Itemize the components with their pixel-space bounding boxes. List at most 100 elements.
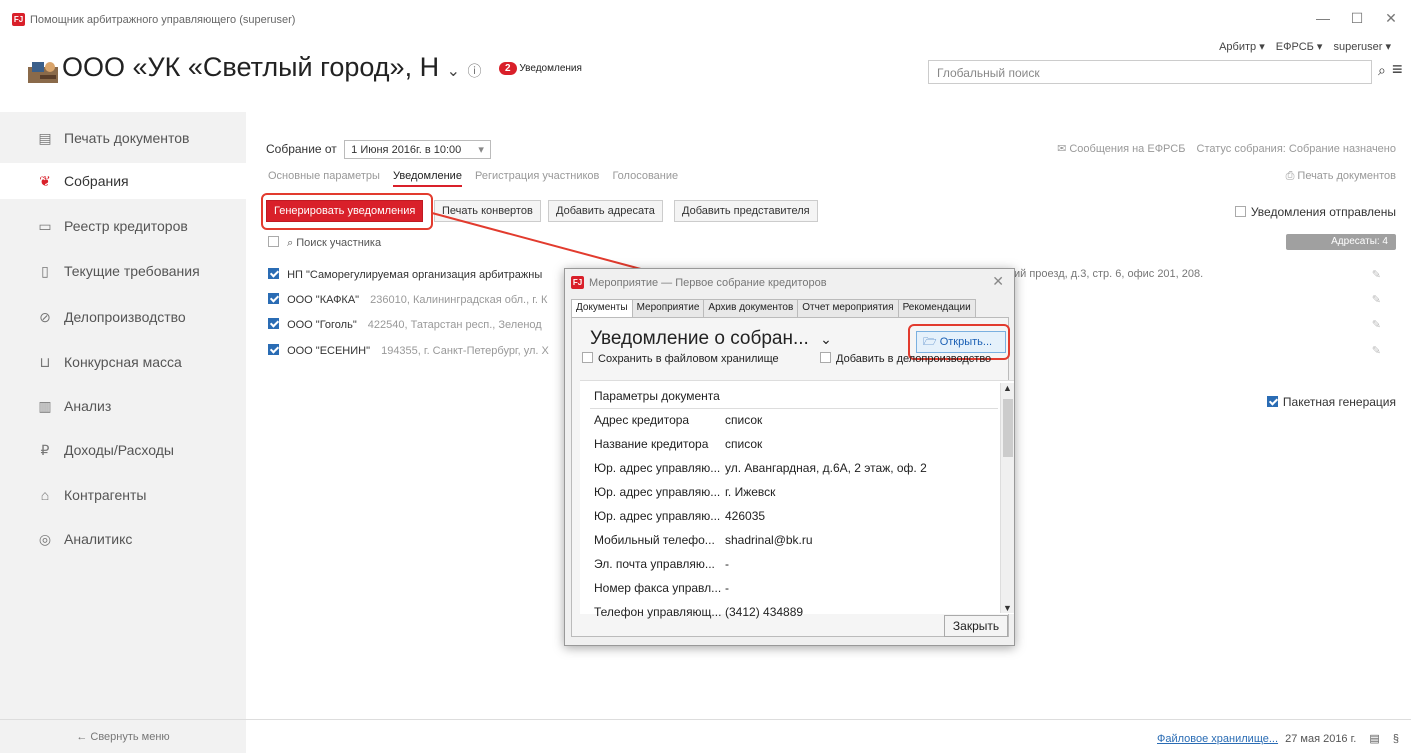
maximize-button[interactable]: ☐ — [1347, 10, 1367, 27]
efrsb-messages-link[interactable]: ✉ Сообщения на ЕФРСБ — [1057, 143, 1185, 155]
params-scrollbar[interactable]: ▲ ▼ — [1000, 383, 1014, 613]
param-value[interactable]: 426035 — [725, 509, 765, 523]
row-checkbox[interactable] — [268, 268, 279, 279]
hamburger-menu-icon[interactable]: ≡ — [1392, 59, 1403, 80]
row-checkbox[interactable] — [268, 344, 279, 355]
checkbox[interactable] — [582, 352, 593, 363]
document-select[interactable]: Уведомление о собран... ⌄ — [590, 328, 832, 350]
edit-pencil-icon[interactable]: ✎ — [1372, 318, 1381, 331]
sidebar-item-label: Аналитикс — [64, 531, 133, 547]
global-search-input[interactable]: Глобальный поиск — [928, 60, 1372, 84]
close-icon[interactable]: ✕ — [992, 273, 1004, 290]
param-value[interactable]: - — [725, 557, 729, 571]
param-label: Название кредитора — [594, 437, 709, 451]
participant-row[interactable]: ООО "Гоголь" 422540, Татарстан респ., Зе… — [268, 318, 542, 331]
sidebar-item-income-expenses[interactable]: ₽ Доходы/Расходы — [0, 432, 246, 468]
participant-row[interactable]: ООО "КАФКА" 236010, Калининградская обл.… — [268, 293, 547, 306]
edit-pencil-icon[interactable]: ✎ — [1372, 344, 1381, 357]
param-value[interactable]: г. Ижевск — [725, 485, 775, 499]
tab-voting[interactable]: Голосование — [612, 170, 678, 182]
sidebar-item-label: Анализ — [64, 398, 112, 414]
add-addressee-button[interactable]: Добавить адресата — [548, 200, 663, 222]
handshake-icon: ❦ — [39, 173, 51, 189]
checkbox[interactable] — [820, 352, 831, 363]
batch-generation-checkbox[interactable]: Пакетная генерация — [1266, 395, 1396, 409]
param-value[interactable]: - — [725, 581, 729, 595]
search-icon[interactable]: ⌕ — [1378, 62, 1386, 79]
scroll-up-icon[interactable]: ▲ — [1003, 383, 1012, 393]
add-to-paperwork-checkbox[interactable]: Добавить в делопроизводство — [820, 352, 991, 365]
document-icon: ▤ — [38, 130, 52, 146]
param-value[interactable]: (3412) 434889 — [725, 605, 803, 619]
checkbox[interactable] — [1266, 396, 1278, 407]
tab-event[interactable]: Мероприятие — [631, 299, 705, 317]
org-name: ООО «УК «Светлый город», Н — [62, 52, 440, 82]
sidebar-item-analysis[interactable]: ▥ Анализ — [0, 388, 246, 424]
efrsb-menu[interactable]: ЕФРСБ ▾ — [1276, 41, 1323, 53]
minimize-button[interactable]: — — [1313, 10, 1333, 26]
save-file-storage-checkbox[interactable]: Сохранить в файловом хранилище — [582, 352, 779, 365]
edit-pencil-icon[interactable]: ✎ — [1372, 268, 1381, 281]
participant-row[interactable]: ООО "ЕСЕНИН" 194355, г. Санкт-Петербург,… — [268, 344, 549, 357]
meeting-date-select[interactable]: 1 Июня 2016г. в 10:00 ▾ — [344, 140, 491, 159]
participant-search[interactable]: ⌕ Поиск участника — [268, 236, 381, 250]
participant-address: 236010, Калининградская обл., г. К — [370, 294, 548, 306]
checkbox[interactable] — [1234, 206, 1246, 217]
print-documents-link[interactable]: ⎙ Печать документов — [1286, 170, 1396, 183]
param-value[interactable]: ул. Авангардная, д.6А, 2 этаж, оф. 2 — [725, 461, 927, 475]
footer-date: 27 мая 2016 г. — [1285, 733, 1357, 745]
tab-recommendations[interactable]: Рекомендации — [897, 299, 976, 317]
scroll-down-icon[interactable]: ▼ — [1003, 603, 1012, 613]
param-label: Юр. адрес управляю... — [594, 485, 721, 499]
tab-participant-registration[interactable]: Регистрация участников — [475, 170, 599, 182]
participant-row[interactable]: НП "Саморегулируемая организация арбитра… — [268, 268, 542, 281]
chevron-down-icon[interactable]: ⌄ — [447, 63, 460, 80]
sidebar-item-bankruptcy-estate[interactable]: ⊔ Конкурсная масса — [0, 344, 246, 380]
addressees-count-badge: Адресаты: 4 — [1286, 234, 1396, 250]
arbiter-menu[interactable]: Арбитр ▾ — [1219, 41, 1265, 53]
info-icon[interactable]: ⓘ — [468, 63, 482, 79]
tab-notification[interactable]: Уведомление — [393, 170, 462, 187]
close-dialog-button[interactable]: Закрыть — [944, 615, 1008, 637]
sidebar-item-label: Доходы/Расходы — [64, 442, 174, 458]
calendar-icon[interactable]: ▤ — [1369, 733, 1379, 745]
user-menu[interactable]: superuser ▾ — [1334, 41, 1392, 53]
close-window-button[interactable]: ✕ — [1381, 10, 1401, 27]
sidebar-item-paperwork[interactable]: ⊘ Делопроизводство — [0, 299, 246, 335]
sidebar-item-print-documents[interactable]: ▤ Печать документов — [0, 120, 246, 156]
print-envelopes-button[interactable]: Печать конвертов — [434, 200, 541, 222]
param-value[interactable]: список — [725, 437, 762, 451]
dialog-title: Мероприятие — Первое собрание кредиторов — [589, 277, 827, 289]
file-storage-link[interactable]: Файловое хранилище... — [1157, 733, 1278, 745]
notifications-sent-checkbox[interactable]: Уведомления отправлены — [1234, 205, 1396, 219]
row-checkbox[interactable] — [268, 318, 279, 329]
organization-title[interactable]: ООО «УК «Светлый город», Н ⌄ ⓘ 2 Уведомл… — [62, 52, 582, 83]
tab-main-parameters[interactable]: Основные параметры — [268, 170, 380, 182]
section-icon[interactable]: § — [1393, 733, 1399, 745]
collapse-menu-button[interactable]: ← Свернуть меню — [0, 719, 246, 753]
tab-documents[interactable]: Документы — [571, 299, 633, 317]
tab-event-report[interactable]: Отчет мероприятия — [797, 299, 899, 317]
participant-search-input[interactable]: ⌕ Поиск участника — [287, 237, 381, 249]
select-all-checkbox[interactable] — [268, 236, 279, 247]
param-label: Эл. почта управляю... — [594, 557, 715, 571]
sidebar-item-analytics[interactable]: ◎ Аналитикс — [0, 521, 246, 557]
scroll-thumb[interactable] — [1003, 399, 1013, 457]
notifications[interactable]: 2 Уведомления — [499, 62, 582, 75]
row-checkbox[interactable] — [268, 293, 279, 304]
sidebar: ▤ Печать документов ❦ Собрания ▭ Реестр … — [0, 112, 246, 753]
tab-document-archive[interactable]: Архив документов — [703, 299, 799, 317]
edit-pencil-icon[interactable]: ✎ — [1372, 293, 1381, 306]
meeting-status: ✉ Сообщения на ЕФРСБ Статус собрания: Со… — [1057, 142, 1396, 155]
sidebar-item-counterparties[interactable]: ⌂ Контрагенты — [0, 477, 246, 513]
highlight-frame — [261, 193, 433, 230]
param-value[interactable]: shadrinal@bk.ru — [725, 533, 813, 547]
sidebar-item-current-claims[interactable]: ▯ Текущие требования — [0, 253, 246, 289]
sidebar-item-label: Конкурсная масса — [64, 354, 182, 370]
sidebar-item-meetings[interactable]: ❦ Собрания — [0, 163, 246, 199]
add-representative-button[interactable]: Добавить представителя — [674, 200, 818, 222]
sidebar-item-creditors-registry[interactable]: ▭ Реестр кредиторов — [0, 208, 246, 244]
basket-icon: ⊔ — [39, 354, 51, 370]
sidebar-item-label: Контрагенты — [64, 487, 147, 503]
param-value[interactable]: список — [725, 413, 762, 427]
